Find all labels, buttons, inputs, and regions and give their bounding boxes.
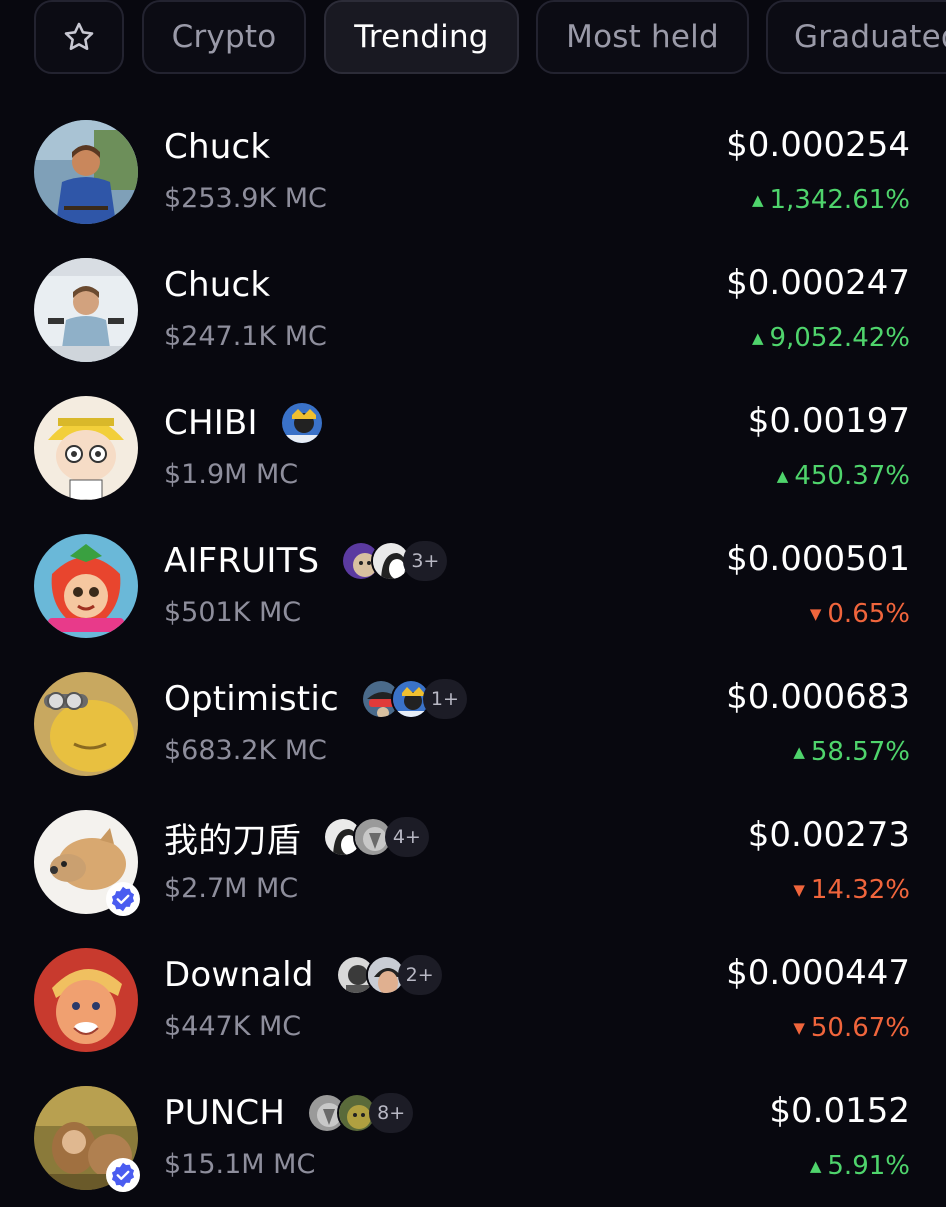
token-row[interactable]: Chuck $247.1K MC $0.000247 ▲ 9,052.42% [0,241,946,379]
token-name-line: AIFRUITS 3+ [164,539,448,583]
token-avatar [34,120,138,224]
token-price: $0.0152 [769,1091,910,1131]
tab-favorites[interactable] [34,0,124,74]
tab-trending[interactable]: Trending [324,0,519,74]
token-avatar [34,258,138,362]
holder-avatars [279,401,324,445]
token-name-line: Chuck [164,263,270,307]
token-change: ▲ 9,052.42% [752,323,910,353]
triangle-down-icon: ▼ [793,881,805,899]
triangle-up-icon: ▲ [793,743,805,761]
token-market-cap: $15.1M MC [164,1149,316,1180]
token-change-value: 14.32% [810,875,910,905]
token-name: 我的刀盾 [164,820,301,861]
token-market-cap: $447K MC [164,1011,302,1042]
tab-most-held[interactable]: Most held [536,0,749,74]
token-price: $0.000501 [726,539,910,579]
token-name-line: Downald 2+ [164,953,442,997]
triangle-down-icon: ▼ [809,605,822,623]
category-tabs: Crypto Trending Most held Graduated [34,0,946,76]
token-change-value: 50.67% [810,1013,910,1043]
triangle-up-icon: ▲ [809,1157,822,1175]
token-name-line: 我的刀盾 4+ [164,815,429,861]
token-name-line: CHIBI [164,401,324,445]
token-avatar [34,396,138,500]
token-market-cap: $683.2K MC [164,735,327,766]
token-name-line: PUNCH 8+ [164,1091,414,1135]
token-price: $0.000447 [726,953,910,993]
token-change: ▲ 58.57% [793,737,910,767]
token-name: CHIBI [164,403,258,443]
token-change: ▼ 0.65% [810,599,910,629]
token-change-value: 5.91% [827,1151,910,1181]
triangle-up-icon: ▲ [751,329,764,347]
holder-count-badge: 3+ [403,541,448,581]
token-change: ▲ 450.37% [777,461,910,491]
triangle-down-icon: ▼ [793,1019,805,1037]
holder-count-badge: 8+ [369,1093,414,1133]
token-market-cap: $2.7M MC [164,873,299,904]
token-price: $0.00197 [747,401,910,441]
token-change: ▲ 1,342.61% [752,185,910,215]
holder-avatars: 3+ [341,541,448,581]
token-change: ▼ 14.32% [793,875,910,905]
token-price: $0.000254 [726,125,910,165]
token-price: $0.000247 [726,263,910,303]
token-avatar [34,948,138,1052]
holder-avatar [279,401,324,445]
holder-avatars: 1+ [360,679,467,719]
holder-count-badge: 2+ [397,955,442,995]
token-name: Chuck [164,265,271,305]
triangle-up-icon: ▲ [776,467,789,485]
token-change: ▲ 5.91% [810,1151,910,1181]
holder-avatars: 8+ [307,1093,414,1133]
tab-crypto[interactable]: Crypto [142,0,306,74]
token-market-cap: $253.9K MC [164,183,327,214]
token-avatar [34,534,138,638]
token-market-cap: $501K MC [164,597,302,628]
token-change-value: 58.57% [810,737,910,767]
triangle-up-icon: ▲ [751,191,764,209]
holder-avatars: 4+ [322,817,429,857]
token-market-cap: $247.1K MC [164,321,327,352]
verified-badge-icon [106,882,140,916]
token-name: Chuck [164,127,271,167]
token-avatar [34,672,138,776]
token-name: PUNCH [164,1093,286,1133]
token-change-value: 450.37% [794,461,910,491]
token-name: Optimistic [164,679,339,719]
tab-graduated[interactable]: Graduated [766,0,946,74]
token-row[interactable]: Downald 2+ $447K MC $0.000447 ▼ 50.67% [0,931,946,1069]
holder-count-badge: 4+ [384,817,429,857]
token-market-cap: $1.9M MC [164,459,299,490]
holder-avatars: 2+ [335,955,442,995]
token-name-line: Optimistic 1+ [164,677,467,721]
token-price: $0.00273 [747,815,910,855]
token-row[interactable]: 我的刀盾 4+ $2.7M MC $0.00273 ▼ 14.32% [0,793,946,931]
token-row[interactable]: Optimistic 1+ $683.2K MC $0.000683 ▲ 58.… [0,655,946,793]
token-name: Downald [164,955,314,995]
token-row[interactable]: PUNCH 8+ $15.1M MC $0.0152 ▲ 5.91% [0,1069,946,1207]
token-change-value: 0.65% [827,599,910,629]
token-row[interactable]: Chuck $253.9K MC $0.000254 ▲ 1,342.61% [0,103,946,241]
token-name: AIFRUITS [164,541,320,581]
token-change-value: 9,052.42% [769,323,911,353]
token-change: ▼ 50.67% [793,1013,910,1043]
holder-count-badge: 1+ [422,679,467,719]
star-icon [64,22,94,51]
token-row[interactable]: AIFRUITS 3+ $501K MC $0.000501 ▼ 0.65% [0,517,946,655]
token-name-line: Chuck [164,125,270,169]
token-price: $0.000683 [726,677,910,717]
token-change-value: 1,342.61% [769,185,911,215]
token-row[interactable]: CHIBI $1.9M MC $0.00197 ▲ 450.37% [0,379,946,517]
verified-badge-icon [106,1158,140,1192]
